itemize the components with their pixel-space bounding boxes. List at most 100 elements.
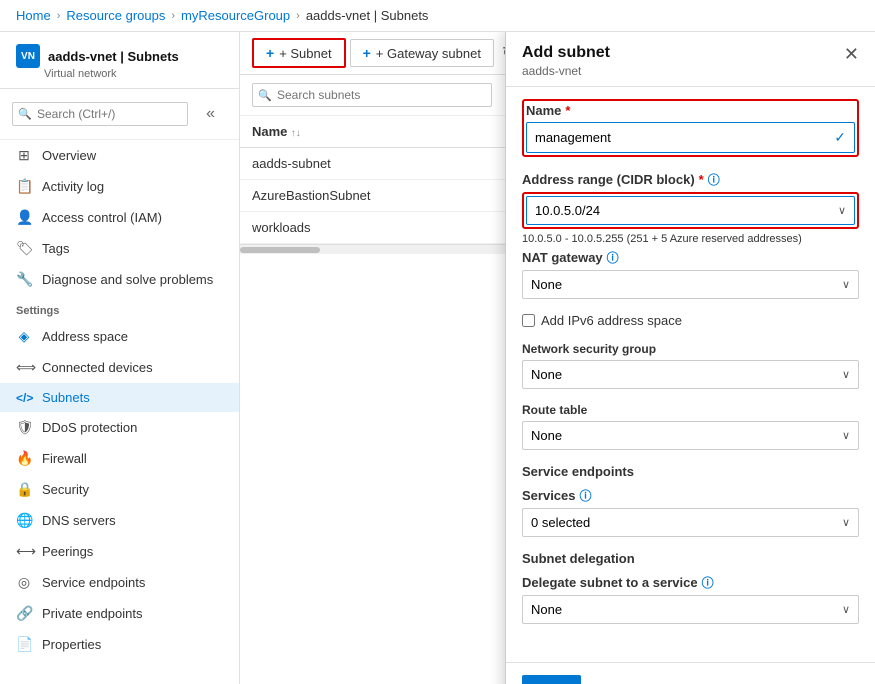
sidebar-item-label: Properties [42,637,101,652]
sidebar-item-security[interactable]: 🔒 Security [0,474,239,505]
services-chevron-icon: ∨ [842,516,850,529]
sidebar-search-input[interactable] [12,102,188,126]
sidebar-item-address-space[interactable]: ◈ Address space [0,321,239,352]
ipv6-label[interactable]: Add IPv6 address space [541,313,682,328]
services-field-group: Services ⓘ 0 selected ∨ [522,487,859,537]
activity-log-icon: 📋 [16,178,32,195]
cidr-input[interactable] [535,203,838,218]
add-subnet-button[interactable]: + + Subnet [252,38,346,68]
nsg-label: Network security group [522,342,859,356]
overview-icon: ⊞ [16,147,32,164]
settings-section-label: Settings [0,295,239,321]
sidebar-header: VN aadds-vnet | Subnets Virtual network [0,32,239,89]
breadcrumb-sep-3: › [296,10,300,22]
connected-devices-icon: ⟺ [16,359,32,376]
cidr-chevron-icon: ∨ [838,204,846,217]
add-gateway-label: + Gateway subnet [376,46,481,61]
sort-name-icon[interactable]: ↑↓ [291,128,301,139]
breadcrumb-home[interactable]: Home [16,8,51,23]
panel-header: Add subnet aadds-vnet ✕ [506,32,875,87]
sidebar: VN aadds-vnet | Subnets Virtual network … [0,32,240,684]
address-space-icon: ◈ [16,328,32,345]
content-search-icon: 🔍 [258,89,272,102]
sidebar-item-diagnose[interactable]: 🔧 Diagnose and solve problems [0,264,239,295]
sidebar-item-firewall[interactable]: 🔥 Firewall [0,443,239,474]
nsg-select[interactable]: None ∨ [522,360,859,389]
sidebar-item-label: Subnets [42,390,90,405]
panel-footer: OK [506,662,875,684]
breadcrumb-sep-1: › [57,10,61,22]
sidebar-item-label: Access control (IAM) [42,210,162,225]
cidr-required-indicator: * [699,172,704,187]
sidebar-item-service-endpoints[interactable]: ◎ Service endpoints [0,567,239,598]
nsg-field-group: Network security group None ∨ [522,342,859,389]
sidebar-item-subnets[interactable]: </> Subnets [0,383,239,412]
add-subnet-plus-icon: + [266,45,274,61]
security-icon: 🔒 [16,481,32,498]
sidebar-item-private-endpoints[interactable]: 🔗 Private endpoints [0,598,239,629]
breadcrumb-resource-groups[interactable]: Resource groups [66,8,165,23]
name-input[interactable] [535,130,834,145]
sidebar-item-label: Activity log [42,179,104,194]
sidebar-item-label: DDoS protection [42,420,137,435]
diagnose-icon: 🔧 [16,271,32,288]
firewall-icon: 🔥 [16,450,32,467]
name-field-group: Name * ✓ [526,103,855,153]
services-select[interactable]: 0 selected ∨ [522,508,859,537]
ipv6-checkbox[interactable] [522,314,535,327]
sidebar-item-ddos-protection[interactable]: 🛡 DDoS protection [0,412,239,443]
sidebar-item-properties[interactable]: 📄 Properties [0,629,239,660]
sidebar-item-label: Firewall [42,451,87,466]
sidebar-item-tags[interactable]: 🏷 Tags [0,233,239,264]
sidebar-item-label: Address space [42,329,128,344]
sidebar-item-label: Connected devices [42,360,153,375]
sidebar-item-connected-devices[interactable]: ⟺ Connected devices [0,352,239,383]
ddos-protection-icon: 🛡 [16,419,32,436]
tags-icon: 🏷 [16,240,32,257]
sidebar-item-label: Private endpoints [42,606,142,621]
nat-gateway-select[interactable]: None ∨ [522,270,859,299]
add-subnet-label: + Subnet [279,46,331,61]
sidebar-nav: ⊞ Overview 📋 Activity log 👤 Access contr… [0,140,239,684]
sidebar-search-icon: 🔍 [18,108,32,121]
service-endpoints-title: Service endpoints [522,464,859,479]
route-table-select[interactable]: None ∨ [522,421,859,450]
panel-body: Name * ✓ Address range (CIDR block) * ⓘ [506,87,875,662]
sidebar-collapse-button[interactable]: « [194,97,227,131]
delegate-info-icon[interactable]: ⓘ [702,574,714,591]
panel-subtitle: aadds-vnet [522,64,610,78]
sidebar-item-access-control[interactable]: 👤 Access control (IAM) [0,202,239,233]
ok-button[interactable]: OK [522,675,581,684]
sidebar-item-dns-servers[interactable]: 🌐 DNS servers [0,505,239,536]
delegate-field-group: Delegate subnet to a service ⓘ None ∨ [522,574,859,624]
nat-gateway-value: None [531,277,562,292]
name-check-icon: ✓ [834,129,846,146]
nat-gateway-info-icon[interactable]: ⓘ [607,249,619,266]
sidebar-item-label: Security [42,482,89,497]
delegate-value: None [531,602,562,617]
add-gateway-subnet-button[interactable]: + + Gateway subnet [350,39,494,67]
resource-name: aadds-vnet | Subnets [48,49,179,64]
services-value: 0 selected [531,515,590,530]
breadcrumb-my-resource-group[interactable]: myResourceGroup [181,8,290,23]
services-info-icon[interactable]: ⓘ [580,487,592,504]
properties-icon: 📄 [16,636,32,653]
sidebar-item-label: Diagnose and solve problems [42,272,213,287]
sidebar-item-peerings[interactable]: ⟷ Peerings [0,536,239,567]
route-table-value: None [531,428,562,443]
nat-gateway-chevron-icon: ∨ [842,278,850,291]
breadcrumb: Home › Resource groups › myResourceGroup… [0,0,875,32]
cidr-info-icon[interactable]: ⓘ [708,171,720,188]
panel-close-button[interactable]: ✕ [844,44,859,65]
delegate-select[interactable]: None ∨ [522,595,859,624]
content-search-input[interactable] [252,83,492,107]
service-endpoints-icon: ◎ [16,574,32,591]
nat-gateway-field-group: NAT gateway ⓘ None ∨ [522,249,859,299]
sidebar-item-overview[interactable]: ⊞ Overview [0,140,239,171]
col-name-label: Name [252,124,287,139]
ipv6-checkbox-row: Add IPv6 address space [522,313,859,328]
nsg-value: None [531,367,562,382]
sidebar-item-activity-log[interactable]: 📋 Activity log [0,171,239,202]
scrollbar-thumb[interactable] [240,247,320,253]
name-input-wrapper: ✓ [526,122,855,153]
